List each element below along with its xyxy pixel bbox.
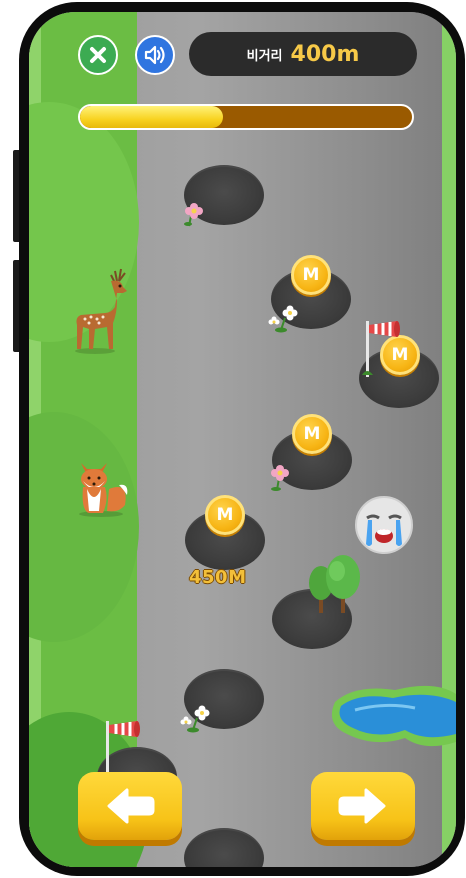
arrow-right-icon bbox=[338, 788, 386, 824]
flower-icon bbox=[180, 705, 210, 733]
close-x-icon bbox=[90, 47, 106, 63]
grass-hill bbox=[29, 412, 139, 642]
flower-icon bbox=[268, 305, 298, 333]
close-button[interactable] bbox=[78, 35, 118, 75]
distance-value: 400m bbox=[290, 41, 360, 67]
coin: M bbox=[292, 414, 332, 454]
move-right-button[interactable] bbox=[311, 772, 415, 840]
crying-face-icon bbox=[355, 496, 413, 554]
coin: M bbox=[291, 255, 331, 295]
distance-label: 비거리 bbox=[246, 48, 283, 64]
windsock-icon bbox=[362, 321, 400, 377]
coin: M bbox=[205, 495, 245, 535]
distance-marker-label: 450M bbox=[189, 567, 247, 588]
tree-icon bbox=[309, 555, 360, 613]
pond bbox=[331, 685, 456, 747]
deer-icon bbox=[75, 268, 127, 354]
progress-bar bbox=[78, 104, 414, 130]
distance-display: 비거리 400m bbox=[189, 32, 417, 76]
windsock-icon bbox=[106, 721, 140, 777]
sound-button[interactable] bbox=[135, 35, 175, 75]
fox-icon bbox=[79, 463, 128, 517]
speaker-icon bbox=[144, 45, 165, 65]
move-left-button[interactable] bbox=[78, 772, 182, 840]
flower-icon bbox=[184, 203, 203, 227]
arrow-left-icon bbox=[107, 788, 155, 824]
progress-bar-fill bbox=[80, 106, 223, 128]
flower-icon bbox=[271, 465, 289, 491]
game-screen: M M M M 450M 비거리 400m bbox=[29, 12, 456, 867]
